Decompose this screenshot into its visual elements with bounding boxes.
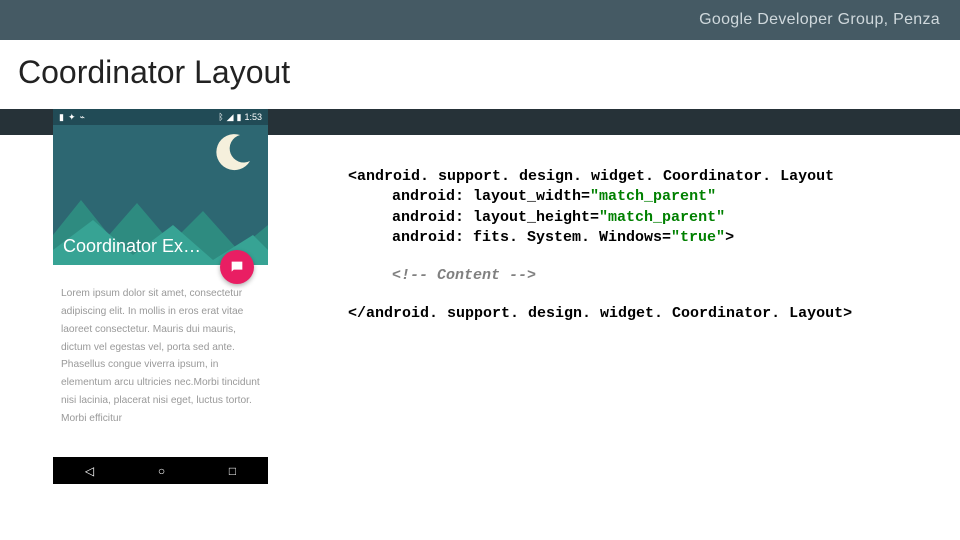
fab-button[interactable] bbox=[220, 250, 254, 284]
home-icon[interactable]: ○ bbox=[158, 464, 165, 478]
body-text: Lorem ipsum dolor sit amet, consectetur … bbox=[53, 265, 268, 457]
moon-icon bbox=[210, 131, 254, 175]
header-bar: Google Developer Group, Penza bbox=[0, 0, 960, 40]
content: ▮ ✦ ⌁ ᛒ ◢ ▮ 1:53 Coordinator Ex… bbox=[0, 135, 960, 484]
header-text: Google Developer Group, Penza bbox=[699, 11, 940, 29]
hero-image: Coordinator Ex… bbox=[53, 125, 268, 265]
android-navbar: ◁ ○ □ bbox=[53, 457, 268, 484]
chat-icon bbox=[229, 259, 245, 275]
wifi-icon: ✦ bbox=[68, 113, 76, 122]
back-icon[interactable]: ◁ bbox=[85, 464, 94, 478]
bluetooth-icon: ᛒ bbox=[218, 113, 223, 122]
code-line: <android. support. design. widget. Coord… bbox=[348, 167, 852, 187]
recent-icon[interactable]: □ bbox=[229, 464, 236, 478]
code-line: android: layout_width="match_parent" bbox=[348, 187, 852, 207]
code-line: </android. support. design. widget. Coor… bbox=[348, 304, 852, 324]
status-bar: ▮ ✦ ⌁ ᛒ ◢ ▮ 1:53 bbox=[53, 109, 268, 125]
page-title: Coordinator Layout bbox=[18, 54, 942, 91]
title-area: Coordinator Layout bbox=[0, 40, 960, 109]
signal-icon: ◢ bbox=[227, 113, 234, 122]
code-line: android: fits. System. Windows="true"> bbox=[348, 228, 852, 248]
battery-icon: ▮ bbox=[59, 113, 64, 122]
status-time: 1:53 bbox=[244, 112, 262, 122]
hero-title: Coordinator Ex… bbox=[63, 236, 201, 257]
code-line: android: layout_height="match_parent" bbox=[348, 208, 852, 228]
code-block: <android. support. design. widget. Coord… bbox=[348, 167, 852, 484]
battery2-icon: ▮ bbox=[237, 113, 242, 122]
phone-mockup: ▮ ✦ ⌁ ᛒ ◢ ▮ 1:53 Coordinator Ex… bbox=[53, 109, 268, 484]
debug-icon: ⌁ bbox=[80, 113, 85, 122]
code-comment: <!-- Content --> bbox=[348, 266, 852, 286]
